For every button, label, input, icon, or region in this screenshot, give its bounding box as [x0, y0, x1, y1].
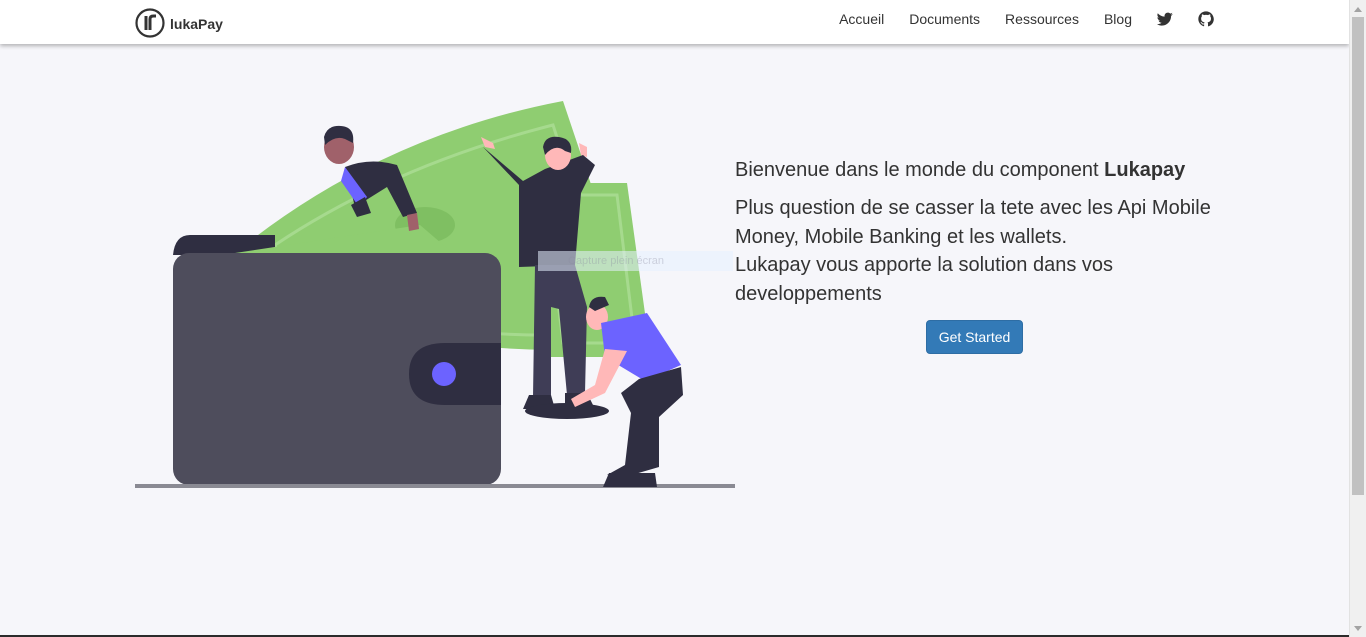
hero-text: Bienvenue dans le monde du component Luk… [735, 156, 1235, 309]
page: lukaPay Accueil Documents Ressources Blo… [0, 0, 1366, 637]
scroll-up-arrow-icon[interactable] [1350, 0, 1366, 17]
scroll-down-arrow-icon[interactable] [1350, 620, 1366, 637]
scrollbar-thumb[interactable] [1352, 17, 1364, 495]
nav-links: Accueil Documents Ressources Blog [814, 0, 1214, 38]
navbar: lukaPay Accueil Documents Ressources Blo… [0, 0, 1349, 44]
welcome-heading: Bienvenue dans le monde du component Luk… [735, 156, 1235, 184]
hero-description-line1: Plus question de se casser la tete avec … [735, 197, 1211, 248]
welcome-brand: Lukapay [1104, 159, 1186, 181]
screenshot-overlay-label: Capture plein écran [538, 251, 733, 271]
wallet-clasp-button [432, 362, 456, 386]
twitter-icon[interactable] [1157, 11, 1173, 27]
lukapay-logo-icon [135, 8, 165, 38]
nav-ressources[interactable]: Ressources [1005, 11, 1079, 27]
welcome-prefix: Bienvenue dans le monde du component [735, 159, 1105, 181]
brand-name: lukaPay [170, 15, 223, 32]
hero-description: Plus question de se casser la tete avec … [735, 194, 1235, 309]
github-icon[interactable] [1198, 11, 1214, 27]
nav-blog[interactable]: Blog [1104, 11, 1132, 27]
hero-description-line2: Lukapay vous apporte la solution dans vo… [735, 254, 1114, 306]
nav-documents[interactable]: Documents [909, 11, 980, 27]
brand-link[interactable]: lukaPay [135, 8, 223, 38]
vertical-scrollbar[interactable] [1349, 0, 1366, 637]
wallet-money-illustration [135, 101, 735, 488]
get-started-button[interactable]: Get Started [926, 320, 1023, 354]
nav-accueil[interactable]: Accueil [839, 11, 884, 27]
